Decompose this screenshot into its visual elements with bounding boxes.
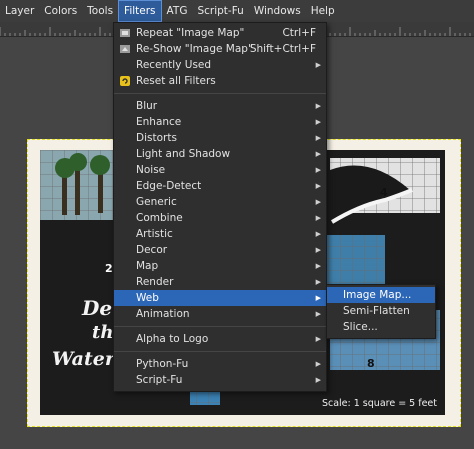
submenu-arrow-icon: ▶ xyxy=(315,262,321,270)
menu-item-python-fu[interactable]: Python-Fu ▶ xyxy=(114,356,326,372)
submenu-arrow-icon: ▶ xyxy=(315,102,321,110)
menu-item-edge-detect[interactable]: Edge-Detect ▶ xyxy=(114,178,326,194)
menu-item-web-label: Web xyxy=(136,292,159,304)
scale-label: Scale: 1 square = 5 feet xyxy=(321,398,437,409)
menu-filters[interactable]: Filters xyxy=(118,0,162,22)
repeat-icon xyxy=(119,27,131,39)
menu-item-animation[interactable]: Animation ▶ xyxy=(114,306,326,322)
submenu-arrow-icon: ▶ xyxy=(315,310,321,318)
map-title-line-1: De xyxy=(82,296,113,320)
menu-item-recently-used-label: Recently Used xyxy=(136,59,212,71)
menu-item-web[interactable]: Web ▶ xyxy=(114,290,326,306)
menu-item-artistic-label: Artistic xyxy=(136,228,173,240)
menu-item-repeat-label: Repeat "Image Map" xyxy=(136,27,245,39)
menu-item-enhance[interactable]: Enhance ▶ xyxy=(114,114,326,130)
menu-item-edge-detect-label: Edge-Detect xyxy=(136,180,202,192)
submenu-arrow-icon: ▶ xyxy=(315,134,321,142)
shortcut-shift-ctrl-f: Shift+Ctrl+F xyxy=(249,43,316,55)
reset-icon xyxy=(119,75,131,87)
menu-layer[interactable]: Layer xyxy=(0,1,39,21)
submenu-arrow-icon: ▶ xyxy=(315,230,321,238)
menu-item-script-fu[interactable]: Script-Fu ▶ xyxy=(114,372,326,388)
menu-item-reset-filters-label: Reset all Filters xyxy=(136,75,216,87)
menu-item-distorts-label: Distorts xyxy=(136,132,177,144)
menu-item-map-label: Map xyxy=(136,260,159,272)
menu-atg[interactable]: ATG xyxy=(162,1,193,21)
menu-item-slice[interactable]: Slice... xyxy=(327,319,435,335)
menu-item-enhance-label: Enhance xyxy=(136,116,182,128)
menu-item-light-and-shadow[interactable]: Light and Shadow ▶ xyxy=(114,146,326,162)
submenu-arrow-icon: ▶ xyxy=(315,214,321,222)
submenu-arrow-icon: ▶ xyxy=(315,61,321,69)
menu-item-noise[interactable]: Noise ▶ xyxy=(114,162,326,178)
shortcut-ctrl-f: Ctrl+F xyxy=(282,27,316,39)
submenu-arrow-icon: ▶ xyxy=(315,376,321,384)
menu-item-noise-label: Noise xyxy=(136,164,166,176)
menu-item-generic-label: Generic xyxy=(136,196,177,208)
submenu-arrow-icon: ▶ xyxy=(315,150,321,158)
room-number-8: 8 xyxy=(367,357,375,370)
submenu-arrow-icon: ▶ xyxy=(315,294,321,302)
menu-item-animation-label: Animation xyxy=(136,308,190,320)
menu-item-blur[interactable]: Blur ▶ xyxy=(114,98,326,114)
submenu-arrow-icon: ▶ xyxy=(315,278,321,286)
menu-item-decor[interactable]: Decor ▶ xyxy=(114,242,326,258)
submenu-arrow-icon: ▶ xyxy=(315,118,321,126)
menubar: Layer Colors Tools Filters ATG Script-Fu… xyxy=(0,0,474,22)
menu-item-map[interactable]: Map ▶ xyxy=(114,258,326,274)
map-title-line-2: th xyxy=(92,322,114,343)
menu-item-blur-label: Blur xyxy=(136,100,158,112)
menu-separator xyxy=(114,93,326,94)
room-number-2: 2 xyxy=(105,262,113,275)
menu-item-artistic[interactable]: Artistic ▶ xyxy=(114,226,326,242)
menu-item-decor-label: Decor xyxy=(136,244,168,256)
menu-item-alpha-to-logo[interactable]: Alpha to Logo ▶ xyxy=(114,331,326,347)
menu-item-light-and-shadow-label: Light and Shadow xyxy=(136,148,231,160)
submenu-arrow-icon: ▶ xyxy=(315,182,321,190)
menu-windows[interactable]: Windows xyxy=(249,1,306,21)
menu-item-script-fu-label: Script-Fu xyxy=(136,374,183,386)
menu-item-generic[interactable]: Generic ▶ xyxy=(114,194,326,210)
menu-item-reset-filters[interactable]: Reset all Filters xyxy=(114,73,326,89)
menu-tools[interactable]: Tools xyxy=(82,1,118,21)
menu-item-image-map[interactable]: Image Map... xyxy=(327,287,435,303)
filters-menu: Repeat "Image Map" Ctrl+F Re-Show "Image… xyxy=(113,22,327,392)
menu-item-recently-used[interactable]: Recently Used ▶ xyxy=(114,57,326,73)
menu-item-repeat[interactable]: Repeat "Image Map" Ctrl+F xyxy=(114,25,326,41)
reshow-icon xyxy=(119,43,131,55)
menu-item-reshow[interactable]: Re-Show "Image Map" Shift+Ctrl+F xyxy=(114,41,326,57)
menu-item-python-fu-label: Python-Fu xyxy=(136,358,189,370)
menu-item-reshow-label: Re-Show "Image Map" xyxy=(136,43,253,55)
menu-colors[interactable]: Colors xyxy=(39,1,82,21)
submenu-arrow-icon: ▶ xyxy=(315,335,321,343)
menu-item-combine[interactable]: Combine ▶ xyxy=(114,210,326,226)
menu-help[interactable]: Help xyxy=(306,1,340,21)
menu-item-distorts[interactable]: Distorts ▶ xyxy=(114,130,326,146)
menu-separator xyxy=(114,326,326,327)
submenu-arrow-icon: ▶ xyxy=(315,166,321,174)
menu-item-combine-label: Combine xyxy=(136,212,183,224)
menu-item-render[interactable]: Render ▶ xyxy=(114,274,326,290)
menu-separator xyxy=(114,351,326,352)
submenu-arrow-icon: ▶ xyxy=(315,360,321,368)
menu-script-fu[interactable]: Script-Fu xyxy=(192,1,248,21)
submenu-arrow-icon: ▶ xyxy=(315,246,321,254)
room-number-4: 4 xyxy=(380,186,388,199)
menu-item-semi-flatten[interactable]: Semi-Flatten xyxy=(327,303,435,319)
submenu-arrow-icon: ▶ xyxy=(315,198,321,206)
menu-item-render-label: Render xyxy=(136,276,174,288)
map-title-line-3: Water xyxy=(52,348,115,370)
web-submenu: Image Map... Semi-Flatten Slice... xyxy=(326,284,436,339)
menu-item-alpha-to-logo-label: Alpha to Logo xyxy=(136,333,209,345)
